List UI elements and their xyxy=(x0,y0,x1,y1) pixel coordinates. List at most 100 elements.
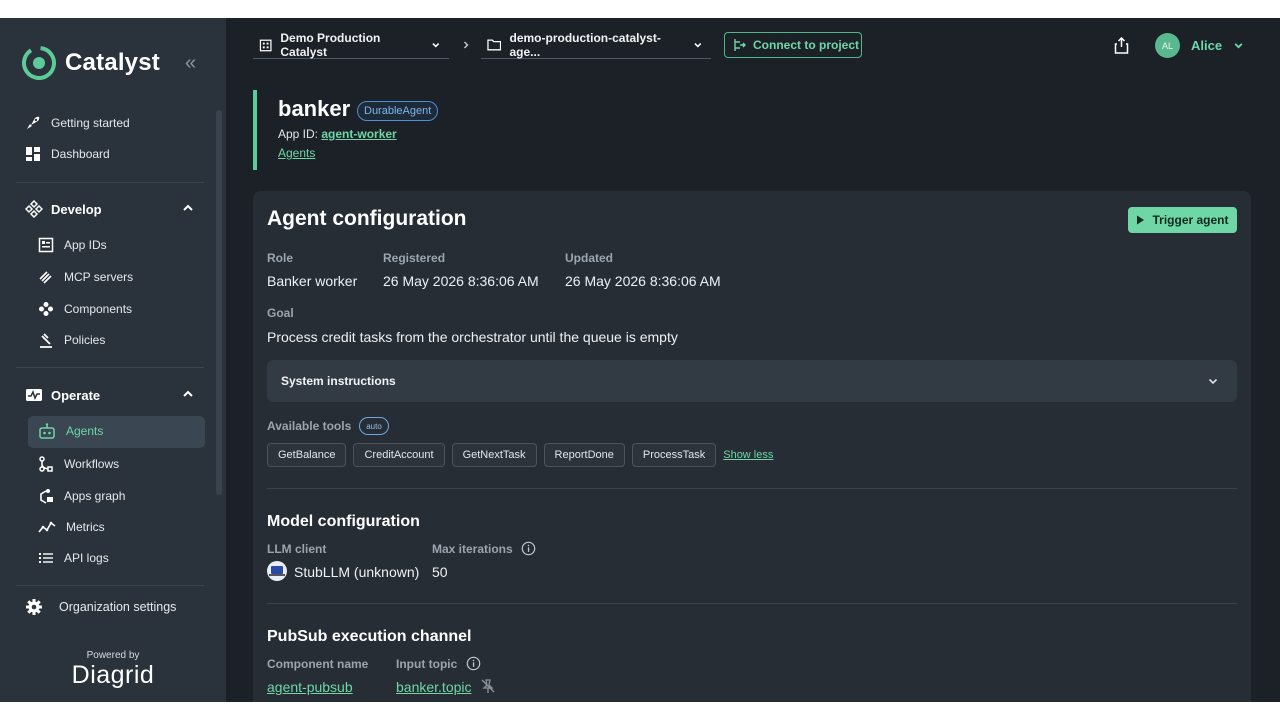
component-name-label: Component name xyxy=(267,657,369,671)
max-iterations-value: 50 xyxy=(432,564,448,580)
tool-chip[interactable]: ReportDone xyxy=(543,443,625,467)
chevron-up-icon[interactable] xyxy=(181,387,195,401)
info-icon[interactable] xyxy=(466,656,481,671)
llm-client-icon xyxy=(267,561,287,581)
input-topic-link[interactable]: banker.topic xyxy=(396,679,472,695)
app-id-link[interactable]: agent-worker xyxy=(321,127,396,141)
building-icon xyxy=(259,39,272,51)
sidebar-item-label: Agents xyxy=(66,424,104,438)
sidebar-item-app-ids[interactable]: App IDs xyxy=(38,232,107,258)
list-icon xyxy=(39,553,53,563)
develop-icon xyxy=(25,200,43,218)
role-value: Banker worker xyxy=(267,273,358,289)
app-window: Catalyst « Getting started Dashboard Dev… xyxy=(0,18,1280,702)
breadcrumb-agents-link[interactable]: Agents xyxy=(278,146,315,160)
connect-to-project-button[interactable]: Connect to project xyxy=(724,32,862,58)
brand-logo[interactable]: Catalyst xyxy=(21,45,160,81)
max-iterations-label: Max iterations xyxy=(432,542,513,556)
sidebar-item-organization-settings[interactable]: Organization settings xyxy=(25,594,176,620)
sidebar-item-getting-started[interactable]: Getting started xyxy=(25,110,130,136)
agent-type-badge: DurableAgent xyxy=(357,101,439,121)
goal-value: Process credit tasks from the orchestrat… xyxy=(267,329,678,345)
chevron-down-icon[interactable] xyxy=(1233,40,1244,51)
connect-label: Connect to project xyxy=(753,38,860,52)
tools-mode-badge: auto xyxy=(359,417,389,435)
sidebar-item-label: App IDs xyxy=(64,238,107,252)
play-icon xyxy=(1137,215,1145,225)
sidebar-item-label: Apps graph xyxy=(64,489,126,503)
llm-client-value: StubLLM (unknown) xyxy=(294,564,420,580)
sidebar-divider xyxy=(16,585,204,586)
sidebar-item-label: Metrics xyxy=(66,520,105,534)
app-id-row: App ID: agent-worker xyxy=(278,127,397,141)
trigger-agent-button[interactable]: Trigger agent xyxy=(1128,207,1237,233)
metrics-icon xyxy=(38,521,56,533)
catalyst-logo-icon xyxy=(22,46,56,80)
sidebar-item-label: API logs xyxy=(64,551,109,565)
sidebar-divider xyxy=(16,367,204,368)
sidebar-item-metrics[interactable]: Metrics xyxy=(38,514,105,540)
sidebar-item-label: Dashboard xyxy=(51,147,110,161)
section-divider xyxy=(267,603,1237,604)
tool-chip[interactable]: GetBalance xyxy=(267,443,347,467)
system-instructions-accordion[interactable]: System instructions xyxy=(267,360,1237,402)
collapse-sidebar-icon[interactable]: « xyxy=(185,52,196,75)
sidebar-item-dashboard[interactable]: Dashboard xyxy=(25,141,110,167)
info-icon[interactable] xyxy=(521,541,536,556)
sidebar: Catalyst « Getting started Dashboard Dev… xyxy=(0,18,226,702)
sidebar-item-apps-graph[interactable]: Apps graph xyxy=(38,483,125,509)
rocket-icon xyxy=(27,116,40,129)
sidebar-item-components[interactable]: Components xyxy=(38,296,132,322)
sidebar-item-label: Getting started xyxy=(51,116,130,130)
sidebar-item-label: Components xyxy=(64,302,133,316)
breadcrumb-chevron-right-icon xyxy=(464,41,469,49)
sidebar-item-label: Workflows xyxy=(64,457,120,471)
role-label: Role xyxy=(267,251,294,265)
project-selector[interactable]: demo-production-catalyst-age... xyxy=(481,31,711,59)
sidebar-scrollbar[interactable] xyxy=(216,110,222,495)
pubsub-title: PubSub execution channel xyxy=(267,628,472,645)
tool-chip[interactable]: GetNextTask xyxy=(451,443,537,467)
sidebar-section-develop[interactable]: Develop xyxy=(25,196,195,222)
mcp-icon xyxy=(39,271,52,284)
agent-config-title: Agent configuration xyxy=(267,207,467,230)
sidebar-item-api-logs[interactable]: API logs xyxy=(38,545,109,571)
sidebar-item-label: MCP servers xyxy=(64,270,134,284)
vendor-logo: Diagrid xyxy=(71,661,155,689)
updated-label: Updated xyxy=(565,251,613,265)
unpinned-icon[interactable] xyxy=(480,678,496,694)
updated-value: 26 May 2026 8:36:06 AM xyxy=(565,273,721,289)
heading-accent-bar xyxy=(253,90,257,170)
sidebar-item-policies[interactable]: Policies xyxy=(38,327,105,353)
user-name[interactable]: Alice xyxy=(1191,38,1222,53)
sidebar-item-mcp-servers[interactable]: MCP servers xyxy=(38,264,133,290)
share-icon[interactable] xyxy=(1114,37,1129,54)
llm-client-label: LLM client xyxy=(267,542,327,556)
sidebar-divider xyxy=(16,182,204,183)
sidebar-item-label: Policies xyxy=(64,333,106,347)
available-tools-label: Available tools xyxy=(267,419,352,433)
avatar[interactable]: AL xyxy=(1155,33,1180,58)
tool-chip[interactable]: CreditAccount xyxy=(353,443,445,467)
connect-icon xyxy=(734,39,746,51)
org-name: Demo Production Catalyst xyxy=(280,30,381,59)
tool-chip[interactable]: ProcessTask xyxy=(631,443,717,467)
app-id-icon xyxy=(38,237,54,253)
sidebar-item-agents[interactable]: Agents xyxy=(38,418,103,444)
components-icon xyxy=(39,302,53,316)
input-topic-label: Input topic xyxy=(396,657,458,671)
sidebar-item-label: Organization settings xyxy=(59,600,177,614)
goal-label: Goal xyxy=(267,306,294,320)
section-title: Operate xyxy=(51,387,101,403)
component-name-link[interactable]: agent-pubsub xyxy=(267,679,353,695)
show-less-link[interactable]: Show less xyxy=(723,449,773,461)
chevron-down-icon xyxy=(432,42,440,48)
org-selector[interactable]: Demo Production Catalyst xyxy=(253,31,449,59)
tools-list: GetBalance CreditAccount GetNextTask Rep… xyxy=(267,443,773,467)
section-divider xyxy=(267,488,1237,489)
chevron-up-icon[interactable] xyxy=(181,201,195,215)
sidebar-section-operate[interactable]: Operate xyxy=(25,382,195,408)
system-instructions-label: System instructions xyxy=(281,374,396,388)
sidebar-item-workflows[interactable]: Workflows xyxy=(38,451,119,477)
section-title: Develop xyxy=(51,201,102,217)
